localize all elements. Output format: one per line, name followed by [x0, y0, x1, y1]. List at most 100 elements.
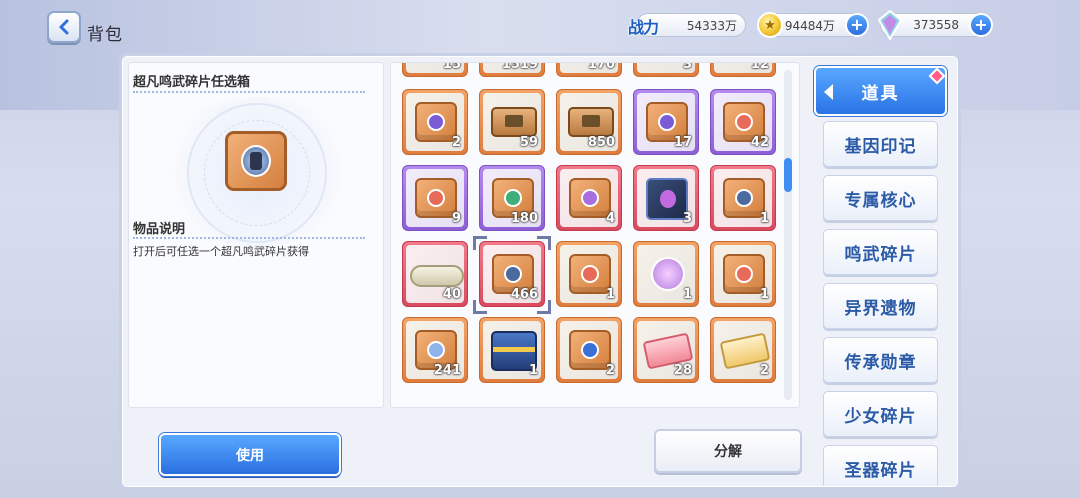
- tab-label: 专属核心: [844, 190, 917, 211]
- chevron-left-icon: [59, 19, 69, 35]
- inventory-slot[interactable]: 15: [402, 62, 468, 77]
- gem-value: 373558: [913, 18, 959, 32]
- tab-gene-imprint[interactable]: 基因印记: [823, 121, 938, 167]
- item-count: 1519: [501, 62, 538, 72]
- orange-cube-icon: [415, 178, 457, 218]
- inventory-slot[interactable]: 3: [633, 165, 699, 231]
- use-label: 使用: [236, 447, 264, 464]
- tab-medals[interactable]: 传承勋章: [823, 337, 938, 383]
- purple-face-cube-icon: [415, 102, 457, 142]
- tab-label: 鸣武碎片: [844, 244, 917, 265]
- inventory-slot[interactable]: 4: [556, 165, 622, 231]
- inventory-slot[interactable]: 2: [402, 89, 468, 155]
- add-gold-button[interactable]: +: [845, 13, 869, 37]
- decompose-label: 分解: [714, 444, 742, 460]
- item-name: 超凡鸣武碎片任选箱: [133, 75, 251, 90]
- item-count: 40: [442, 287, 461, 302]
- item-count: 9: [451, 211, 461, 226]
- treasure-chest-icon: [568, 107, 614, 137]
- grid-scrollbar[interactable]: [784, 70, 792, 400]
- item-detail-panel: 超凡鸣武碎片任选箱 物品说明 打开后可任选一个超凡鸣武碎片获得: [128, 62, 384, 408]
- mecha-cube-icon: [723, 178, 765, 218]
- item-count: 42: [750, 135, 769, 150]
- description-text: 打开后可任选一个超凡鸣武碎片获得: [133, 245, 309, 258]
- inventory-slot[interactable]: 28: [633, 317, 699, 383]
- pink-flower-icon: [651, 257, 685, 291]
- tab-label: 少女碎片: [844, 406, 917, 427]
- item-count: 3: [682, 211, 692, 226]
- tab-label: 传承勋章: [844, 352, 917, 373]
- treasure-chest-icon: [491, 107, 537, 137]
- divider: [133, 91, 365, 93]
- item-count: 4: [605, 211, 615, 226]
- inventory-slot[interactable]: 1: [710, 241, 776, 307]
- inventory-slot[interactable]: 59: [479, 89, 545, 155]
- inventory-slot[interactable]: 9: [402, 165, 468, 231]
- inventory-slot[interactable]: 241: [402, 317, 468, 383]
- inventory-slot[interactable]: 1519: [479, 62, 545, 77]
- orange-cube-icon: [569, 254, 611, 294]
- tab-items[interactable]: 道具: [814, 66, 947, 116]
- tab-weapon-shards[interactable]: 鸣武碎片: [823, 229, 938, 275]
- item-count: 2: [759, 363, 769, 378]
- purple-crystal-cube-icon: [569, 178, 611, 218]
- inventory-slot[interactable]: 2: [710, 317, 776, 383]
- orange-cube-icon: [723, 254, 765, 294]
- description-heading: 物品说明: [133, 222, 186, 237]
- tab-label: 道具: [861, 83, 900, 104]
- tab-relics[interactable]: 异界遗物: [823, 283, 938, 329]
- item-count: 2: [605, 363, 615, 378]
- blue-cube-icon: [569, 330, 611, 370]
- item-count: 2: [451, 135, 461, 150]
- inventory-slot[interactable]: 466: [479, 241, 545, 307]
- inventory-slot[interactable]: 3: [633, 63, 699, 77]
- goggles-icon: [410, 265, 464, 287]
- inventory-slot[interactable]: 2: [556, 317, 622, 383]
- item-count: 17: [673, 135, 692, 150]
- add-gem-button[interactable]: +: [969, 13, 993, 37]
- inventory-slot[interactable]: 1: [710, 165, 776, 231]
- power-label: 战力: [628, 18, 659, 37]
- page-title: 背包: [87, 25, 123, 45]
- inventory-slot[interactable]: 1: [633, 241, 699, 307]
- gold-value: 94484万: [784, 18, 835, 33]
- tab-label: 圣器碎片: [844, 460, 917, 481]
- gem-icon: [877, 10, 903, 40]
- tab-girl-shards[interactable]: 少女碎片: [823, 391, 938, 437]
- item-count: 1: [605, 287, 615, 302]
- inventory-slot[interactable]: 180: [479, 165, 545, 231]
- divider: [133, 237, 365, 239]
- item-count: 170: [587, 62, 615, 72]
- item-count: 1: [682, 287, 692, 302]
- item-count: 180: [510, 211, 538, 226]
- inventory-slot[interactable]: 170: [556, 62, 622, 77]
- inventory-slot[interactable]: 1: [479, 317, 545, 383]
- dark-skull-cube-icon: [646, 178, 688, 220]
- category-tabs: 道具 基因印记 专属核心 鸣武碎片 异界遗物 传承勋章 少女碎片 圣器碎片: [813, 64, 948, 486]
- mecha-cube-icon: [221, 127, 291, 195]
- notification-badge-icon: [928, 67, 946, 85]
- use-button[interactable]: 使用: [159, 433, 341, 476]
- item-count: 466: [510, 287, 538, 302]
- power-value: 54333万: [686, 18, 737, 33]
- inventory-slot[interactable]: 42: [710, 89, 776, 155]
- gold-coin-icon: ★: [757, 12, 783, 38]
- inventory-slot[interactable]: 1: [556, 241, 622, 307]
- tab-exclusive-core[interactable]: 专属核心: [823, 175, 938, 221]
- inventory-slot[interactable]: 850: [556, 89, 622, 155]
- item-count: 15: [442, 62, 461, 72]
- decompose-button[interactable]: 分解: [654, 429, 802, 473]
- item-count: 241: [433, 363, 461, 378]
- item-count: 850: [587, 135, 615, 150]
- caret-left-icon: [824, 84, 833, 100]
- tab-holy-shards[interactable]: 圣器碎片: [823, 445, 938, 486]
- tab-label: 异界遗物: [844, 298, 917, 319]
- inventory-slot[interactable]: 17: [633, 89, 699, 155]
- item-count: 12: [750, 62, 769, 72]
- back-button[interactable]: [47, 11, 81, 43]
- inventory-slot[interactable]: 12: [710, 62, 776, 77]
- item-grid: 15 1519 170 3 12 2 59 850 17 42 9 180 4 3 1 40 466 1 1 1 241…: [390, 62, 800, 408]
- scrollbar-thumb[interactable]: [784, 158, 792, 192]
- inventory-slot[interactable]: 40: [402, 241, 468, 307]
- item-count: 1: [759, 211, 769, 226]
